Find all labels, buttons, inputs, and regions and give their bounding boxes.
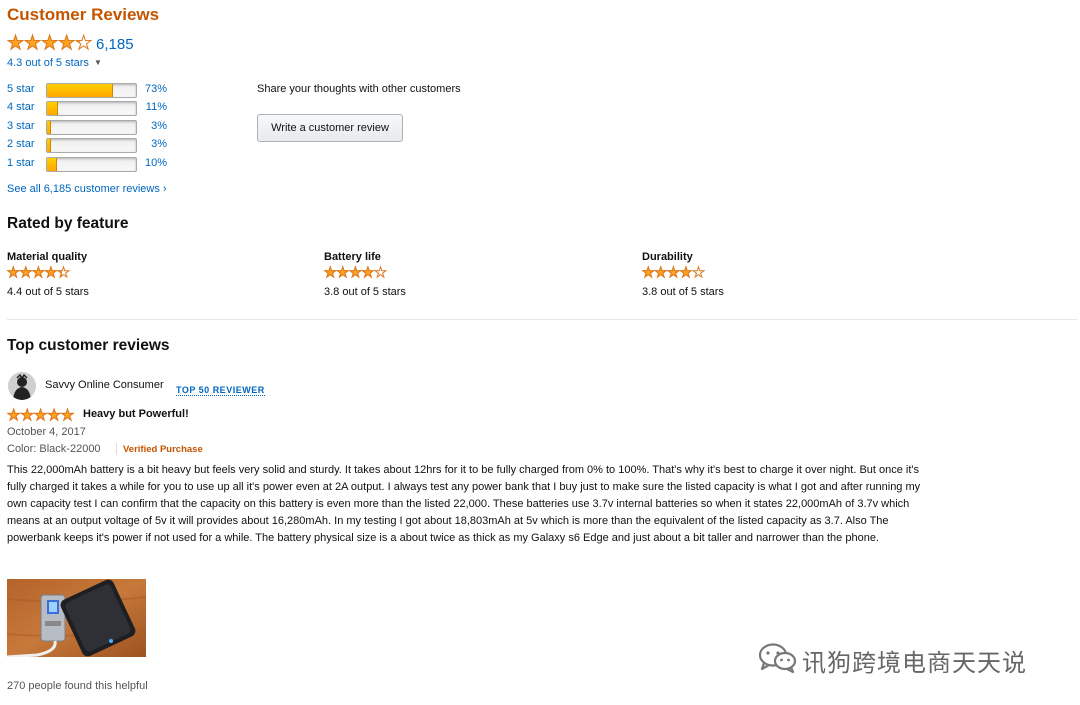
- watermark: 讯狗跨境电商天天说: [758, 640, 1058, 677]
- review-variant: Color: Black-22000: [7, 443, 101, 455]
- histogram-percent[interactable]: 3%: [151, 120, 167, 132]
- histogram-bar[interactable]: [46, 157, 137, 172]
- review-date: October 4, 2017: [7, 426, 86, 438]
- histogram-row[interactable]: 4 star 11%: [7, 100, 172, 116]
- histogram-row[interactable]: 5 star 73%: [7, 82, 172, 98]
- top-reviewer-badge[interactable]: TOP 50 REVIEWER: [176, 380, 265, 398]
- histogram-bar-fill: [47, 158, 57, 171]
- review-body: This 22,000mAh battery is a bit heavy bu…: [7, 464, 921, 544]
- histogram-bar-fill: [47, 84, 113, 97]
- feature-rating: Material quality★★★★★★★★★★ 4.4 out of 5 s…: [7, 251, 89, 298]
- histogram-percent[interactable]: 73%: [145, 83, 167, 95]
- feature-rating: Durability★★★★★★★★★★ 3.8 out of 5 stars: [642, 251, 724, 298]
- divider: [7, 319, 1077, 320]
- histogram-bar[interactable]: [46, 138, 137, 153]
- review-headline[interactable]: Heavy but Powerful!: [83, 408, 189, 420]
- star-filled-icon: ★★★★★: [7, 408, 75, 423]
- top-reviews-title: Top customer reviews: [7, 337, 170, 354]
- histogram-bar-fill: [47, 102, 58, 115]
- star-filled-icon: ★★★★★: [324, 265, 372, 279]
- histogram-star-label[interactable]: 2 star: [7, 138, 35, 150]
- verified-purchase-badge[interactable]: Verified Purchase: [123, 444, 203, 455]
- histogram-star-label[interactable]: 5 star: [7, 83, 35, 95]
- feature-name: Durability: [642, 251, 693, 263]
- feature-rating: Battery life★★★★★★★★★★ 3.8 out of 5 stars: [324, 251, 406, 298]
- helpful-count: 270 people found this helpful: [7, 680, 148, 692]
- overall-rating-stars[interactable]: ★★★★★★★★★★: [6, 34, 92, 54]
- feature-rating-text: 3.8 out of 5 stars: [642, 286, 724, 298]
- feature-name: Material quality: [7, 251, 88, 263]
- badge-label: TOP 50 REVIEWER: [176, 385, 265, 396]
- histogram-percent[interactable]: 10%: [145, 157, 167, 169]
- meta-divider: [116, 443, 117, 455]
- feature-stars[interactable]: ★★★★★★★★★★: [7, 264, 89, 282]
- write-review-button[interactable]: Write a customer review: [257, 114, 403, 142]
- rating-text: 4.3 out of 5 stars: [7, 57, 89, 69]
- caret-down-icon: ▼: [94, 58, 102, 67]
- avatar[interactable]: [8, 372, 36, 400]
- histogram-star-label[interactable]: 1 star: [7, 157, 35, 169]
- histogram-bar[interactable]: [46, 83, 137, 98]
- review-photo[interactable]: [7, 579, 146, 657]
- histogram-percent[interactable]: 3%: [151, 138, 167, 150]
- review-stars[interactable]: ★★★★★ ★★★★★: [6, 407, 75, 425]
- feature-rating-text: 4.4 out of 5 stars: [7, 286, 89, 298]
- histogram-star-label[interactable]: 4 star: [7, 101, 35, 113]
- overall-rating-text[interactable]: 4.3 out of 5 stars ▼: [7, 57, 102, 69]
- overall-review-count[interactable]: 6,185: [96, 36, 134, 53]
- histogram-bar-fill: [47, 139, 51, 152]
- star-filled-icon: ★★★★★: [642, 265, 690, 279]
- feature-rating-text: 3.8 out of 5 stars: [324, 286, 406, 298]
- histogram-bar-fill: [47, 121, 51, 134]
- histogram-row[interactable]: 3 star 3%: [7, 119, 172, 135]
- star-filled-icon: ★★★★★: [7, 34, 80, 53]
- page-title: Customer Reviews: [7, 5, 160, 24]
- wechat-icon: [758, 643, 797, 674]
- features-title: Rated by feature: [7, 215, 129, 232]
- feature-stars[interactable]: ★★★★★★★★★★: [642, 264, 724, 282]
- histogram-bar[interactable]: [46, 101, 137, 116]
- see-all-reviews-link[interactable]: See all 6,185 customer reviews ›: [7, 183, 167, 195]
- histogram-row[interactable]: 2 star 3%: [7, 137, 172, 153]
- histogram-bar[interactable]: [46, 120, 137, 135]
- review-author[interactable]: Savvy Online Consumer: [45, 379, 164, 391]
- star-filled-icon: ★★★★★: [7, 265, 62, 279]
- feature-name: Battery life: [324, 251, 381, 263]
- watermark-text: 讯狗跨境电商天天说: [802, 649, 1027, 677]
- histogram-row[interactable]: 1 star 10%: [7, 156, 172, 172]
- share-prompt: Share your thoughts with other customers: [257, 83, 461, 95]
- feature-stars[interactable]: ★★★★★★★★★★: [324, 264, 406, 282]
- histogram-star-label[interactable]: 3 star: [7, 120, 35, 132]
- histogram-percent[interactable]: 11%: [146, 101, 167, 113]
